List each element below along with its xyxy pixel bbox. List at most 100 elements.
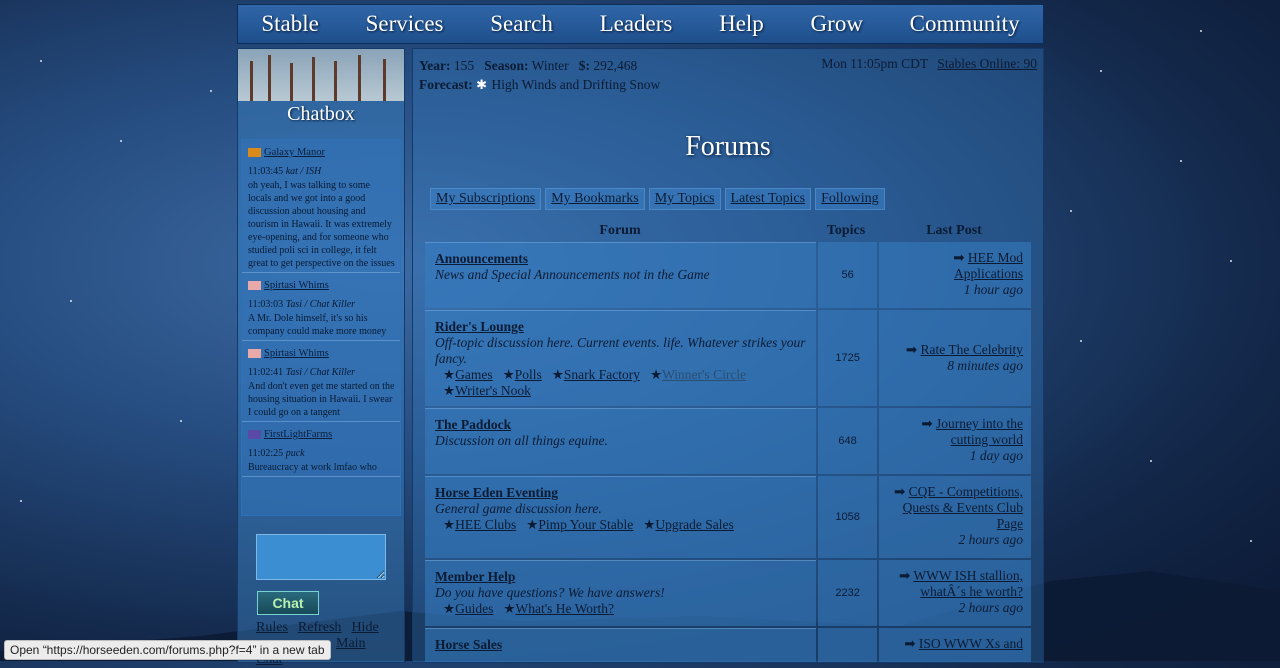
- chat-user-link[interactable]: Spirtasi Whims: [264, 279, 329, 292]
- chat-message: Galaxy Manor 11:03:45 kat / ISH oh yeah,…: [242, 140, 400, 273]
- nav-leaders[interactable]: Leaders: [600, 11, 673, 37]
- chat-text: Bureaucracy at work lmfao who: [248, 462, 377, 473]
- forum-desc: Discussion on all things equine.: [435, 433, 608, 448]
- chat-input[interactable]: [256, 534, 386, 580]
- subforum-link[interactable]: Polls: [515, 367, 542, 382]
- table-header: Forum Topics Last Post: [425, 220, 1031, 242]
- tab-latest-topics[interactable]: Latest Topics: [724, 188, 812, 210]
- nav-help[interactable]: Help: [719, 11, 764, 37]
- subforum-link[interactable]: Games: [455, 367, 493, 382]
- last-post-link[interactable]: Journey into the cutting world: [936, 416, 1023, 447]
- subforum-link[interactable]: Guides: [455, 601, 493, 616]
- tab-link[interactable]: Following: [821, 191, 879, 206]
- tab-link[interactable]: My Bookmarks: [551, 191, 639, 206]
- chat-text: And don't even get me started on the hou…: [248, 381, 395, 418]
- forecast-value: High Winds and Drifting Snow: [491, 77, 661, 92]
- topic-count: 648: [817, 408, 878, 474]
- chat-user-link[interactable]: Galaxy Manor: [264, 146, 325, 159]
- forums-main: Year: 155 Season: Winter $: 292,468 Fore…: [412, 48, 1044, 663]
- forum-desc: News and Special Announcements not in th…: [435, 267, 710, 282]
- nav-community[interactable]: Community: [910, 11, 1020, 37]
- chat-message-list[interactable]: Galaxy Manor 11:03:45 kat / ISH oh yeah,…: [241, 139, 401, 516]
- table-row: Member Help Do you have questions? We hav…: [425, 560, 1031, 626]
- subforum-link[interactable]: HEE Clubs: [455, 517, 516, 532]
- chat-message: Spirtasi Whims 11:03:03 Tasi / Chat Kill…: [242, 273, 400, 341]
- winter-banner-image: [238, 49, 404, 101]
- tab-my-bookmarks[interactable]: My Bookmarks: [545, 188, 645, 210]
- forum-desc: General game discussion here.: [435, 501, 602, 516]
- topic-count: 56: [817, 242, 878, 308]
- forum-name-link[interactable]: Rider's Lounge: [435, 319, 524, 334]
- year-label: Year:: [419, 58, 451, 73]
- chat-time: 11:02:25: [248, 448, 284, 459]
- last-post-link[interactable]: ISO WWW Xs and: [919, 636, 1023, 651]
- chat-user-link[interactable]: FirstLightFarms: [264, 428, 332, 441]
- table-row: Horse Eden Eventing General game discussi…: [425, 476, 1031, 558]
- season-label: Season:: [484, 58, 529, 73]
- nav-stable[interactable]: Stable: [261, 11, 319, 37]
- tab-link[interactable]: My Topics: [655, 191, 715, 206]
- last-post-link[interactable]: WWW ISH stallion, whatÂ´s he worth?: [913, 568, 1023, 599]
- subforum-links: ★Guides ★What's He Worth?: [443, 601, 615, 616]
- topic-count: [817, 628, 878, 662]
- tab-link[interactable]: My Subscriptions: [436, 191, 535, 206]
- chat-time: 11:03:45: [248, 166, 284, 177]
- topic-count: 2232: [817, 560, 878, 626]
- arrow-icon: ➡: [898, 568, 911, 583]
- server-info: Mon 11:05pm CDT Stables Online: 90: [821, 56, 1037, 72]
- chat-text: oh yeah, I was talking to some locals an…: [248, 180, 395, 269]
- forum-name-link[interactable]: Horse Eden Eventing: [435, 485, 558, 500]
- forum-name-link[interactable]: Announcements: [435, 251, 528, 266]
- stables-online-link[interactable]: Stables Online: 90: [937, 56, 1037, 71]
- subforum-link[interactable]: Winner's Circle: [662, 367, 746, 382]
- page-title: Forums: [685, 131, 771, 162]
- forecast-label: Forecast:: [419, 77, 473, 92]
- top-nav: Stable Services Search Leaders Help Grow…: [237, 4, 1044, 44]
- last-post-link[interactable]: Rate The Celebrity: [921, 342, 1023, 357]
- header-last-post: Last Post: [926, 223, 982, 238]
- tab-following[interactable]: Following: [815, 188, 885, 210]
- table-row: Rider's Lounge Off-topic discussion here.…: [425, 310, 1031, 406]
- topic-count: 1725: [817, 310, 878, 406]
- subforum-link[interactable]: Pimp Your Stable: [538, 517, 633, 532]
- year-value: 155: [453, 58, 475, 73]
- subforum-link[interactable]: Writer's Nook: [455, 383, 531, 398]
- topic-count: 1058: [817, 476, 878, 558]
- subforum-link[interactable]: What's He Worth?: [515, 601, 614, 616]
- tab-my-subscriptions[interactable]: My Subscriptions: [430, 188, 542, 210]
- chatbox-title: Chatbox: [287, 103, 355, 125]
- forum-desc: Do you have questions? We have answers!: [435, 585, 665, 600]
- forum-name-link[interactable]: The Paddock: [435, 417, 511, 432]
- forum-name-link[interactable]: Member Help: [435, 569, 515, 584]
- arrow-icon: ➡: [953, 250, 965, 265]
- header-topics: Topics: [826, 223, 866, 238]
- table-row: Announcements News and Special Announceme…: [425, 242, 1031, 308]
- money-label: $:: [578, 58, 590, 73]
- tab-link[interactable]: Latest Topics: [731, 191, 806, 206]
- subforum-link[interactable]: Snark Factory: [564, 367, 640, 382]
- table-row: The Paddock Discussion on all things equi…: [425, 408, 1031, 474]
- subforum-link[interactable]: Upgrade Sales: [655, 517, 733, 532]
- tab-my-topics[interactable]: My Topics: [648, 188, 721, 210]
- arrow-icon: ➡: [921, 416, 933, 431]
- money-value: 292,468: [593, 58, 638, 73]
- nav-services[interactable]: Services: [366, 11, 444, 37]
- nav-search[interactable]: Search: [490, 11, 553, 37]
- last-post-link[interactable]: CQE - Competitions, Quests & Events Club…: [903, 484, 1023, 531]
- season-value: Winter: [531, 58, 569, 73]
- subforum-links: ★Games ★Polls ★Snark Factory ★Winner's Circ…: [443, 367, 747, 398]
- chat-button[interactable]: Chat: [257, 591, 319, 615]
- hide-link[interactable]: Hide: [351, 620, 378, 635]
- snowflake-icon: ✱: [476, 77, 488, 92]
- last-post-time: 2 hours ago: [958, 600, 1023, 615]
- server-time: Mon 11:05pm CDT: [821, 56, 928, 71]
- chat-user-link[interactable]: Spirtasi Whims: [264, 347, 329, 360]
- last-post-link[interactable]: HEE Mod Applications: [954, 250, 1023, 281]
- chat-meta: Tasi / Chat Killer: [285, 299, 356, 310]
- refresh-link[interactable]: Refresh: [298, 620, 342, 635]
- nav-grow[interactable]: Grow: [811, 11, 863, 37]
- header-forum: Forum: [599, 223, 641, 238]
- rules-link[interactable]: Rules: [256, 620, 288, 635]
- flag-icon: [248, 349, 261, 358]
- forum-name-link[interactable]: Horse Sales: [435, 637, 502, 652]
